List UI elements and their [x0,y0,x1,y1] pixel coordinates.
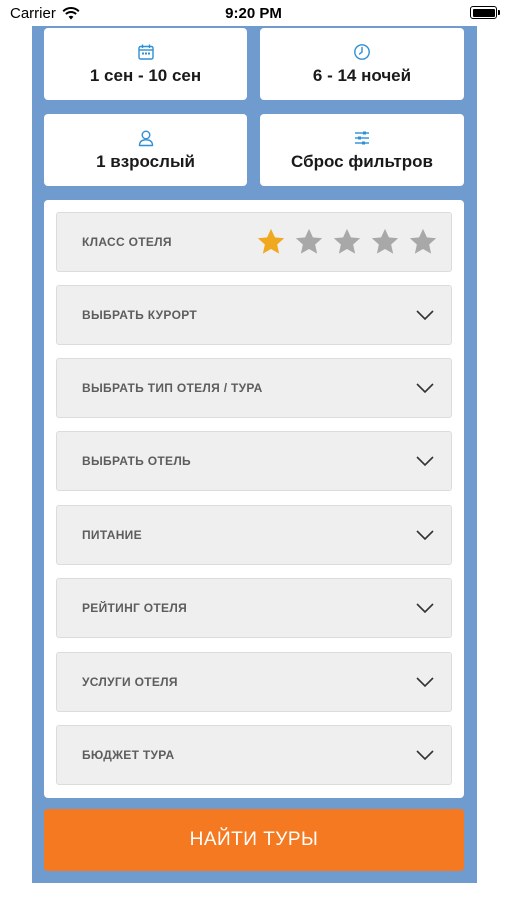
person-icon [138,130,153,146]
hotel-dropdown[interactable]: ВЫБРАТЬ ОТЕЛЬ [56,431,452,491]
dates-card[interactable]: 1 сен - 10 сен [44,28,247,100]
calendar-icon [137,44,154,60]
star-rating[interactable] [256,227,438,257]
dropdown-label: ВЫБРАТЬ ОТЕЛЬ [82,454,191,468]
star-icon[interactable] [294,227,324,257]
dropdown-label: БЮДЖЕТ ТУРА [82,748,175,762]
dropdown-label: ПИТАНИЕ [82,528,142,542]
status-time: 9:20 PM [225,5,282,22]
star-icon[interactable] [256,227,286,257]
hotel-rating-dropdown[interactable]: РЕЙТИНГ ОТЕЛЯ [56,578,452,638]
meals-dropdown[interactable]: ПИТАНИЕ [56,505,452,565]
dropdown-label: ВЫБРАТЬ ТИП ОТЕЛЯ / ТУРА [82,381,263,395]
find-tours-button[interactable]: НАЙТИ ТУРЫ [44,809,464,871]
chevron-down-icon [416,677,434,688]
dates-label: 1 сен - 10 сен [89,65,202,85]
dropdown-label: РЕЙТИНГ ОТЕЛЯ [82,601,188,615]
dropdown-label: ВЫБРАТЬ КУРОРТ [82,308,197,322]
hotel-class-row: КЛАСС ОТЕЛЯ [56,212,452,272]
star-icon[interactable] [370,227,400,257]
nights-card[interactable]: 6 - 14 ночей [260,28,464,100]
hotel-type-dropdown[interactable]: ВЫБРАТЬ ТИП ОТЕЛЯ / ТУРА [56,358,452,418]
find-tours-label: НАЙТИ ТУРЫ [189,829,319,850]
filters-panel: КЛАСС ОТЕЛЯ ВЫБРАТЬ КУРОРТ ВЫБРАТЬ ТИП О… [44,200,464,798]
sliders-icon [355,131,369,144]
chevron-down-icon [416,603,434,614]
clock-icon [354,43,370,60]
hotel-class-label: КЛАСС ОТЕЛЯ [82,235,172,249]
chevron-down-icon [416,530,434,541]
chevron-down-icon [416,456,434,467]
chevron-down-icon [416,310,434,321]
hotel-services-dropdown[interactable]: УСЛУГИ ОТЕЛЯ [56,652,452,712]
budget-dropdown[interactable]: БЮДЖЕТ ТУРА [56,725,452,785]
star-icon[interactable] [408,227,438,257]
resort-dropdown[interactable]: ВЫБРАТЬ КУРОРТ [56,285,452,345]
status-bar: Carrier 9:20 PM [0,0,507,26]
battery-icon [470,6,500,19]
reset-filters-card[interactable]: Сброс фильтров [260,114,464,186]
travelers-card[interactable]: 1 взрослый [44,114,247,186]
star-icon[interactable] [332,227,362,257]
reset-filters-label: Сброс фильтров [291,151,433,171]
chevron-down-icon [416,383,434,394]
dropdown-label: УСЛУГИ ОТЕЛЯ [82,675,178,689]
travelers-label: 1 взрослый [96,151,195,171]
chevron-down-icon [416,750,434,761]
nights-label: 6 - 14 ночей [312,65,412,85]
